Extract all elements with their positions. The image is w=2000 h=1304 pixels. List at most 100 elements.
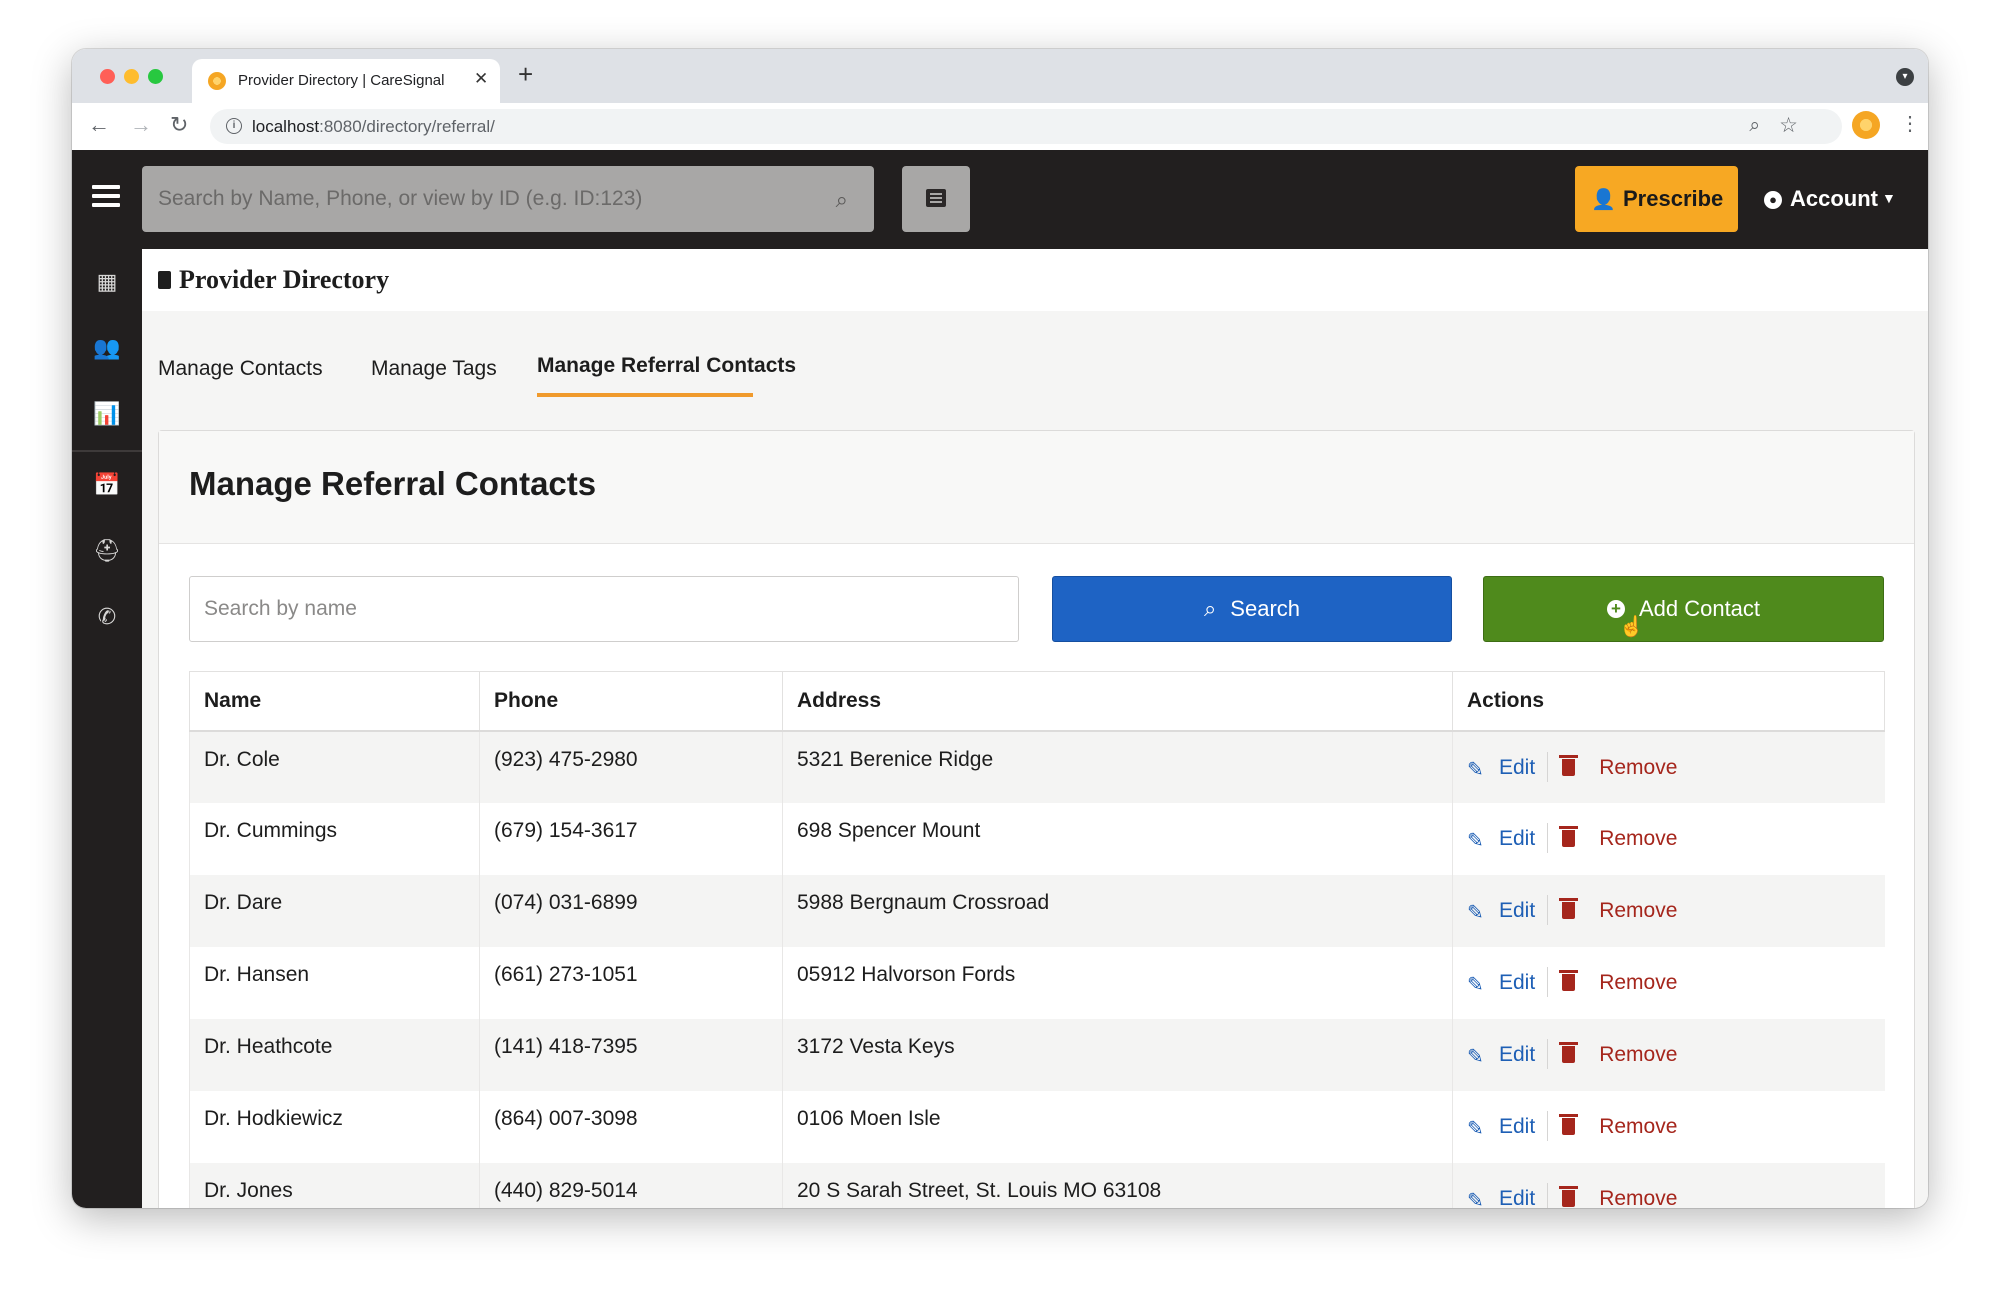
tab-manage-referral-contacts[interactable]: Manage Referral Contacts	[537, 354, 796, 378]
remove-link[interactable]: Remove	[1599, 1115, 1677, 1138]
sidebar-item-calendar[interactable]: 📅	[72, 452, 142, 518]
account-label: Account	[1790, 186, 1878, 211]
edit-icon[interactable]: ✎	[1467, 1044, 1487, 1068]
site-info-icon[interactable]: i	[226, 118, 242, 134]
cell-address: 5988 Bergnaum Crossroad	[782, 875, 1453, 947]
search-button[interactable]: ⌕ Search	[1052, 576, 1452, 642]
add-contact-label: Add Contact	[1638, 596, 1761, 621]
forward-arrow-icon[interactable]: →	[130, 112, 152, 138]
panel-title: Manage Referral Contacts	[189, 465, 597, 502]
list-icon	[926, 189, 946, 207]
account-menu-button[interactable]: ● Account ▼	[1764, 186, 1896, 212]
trash-icon[interactable]	[1559, 1186, 1579, 1207]
caresignal-favicon-icon	[208, 72, 226, 90]
edit-icon[interactable]: ✎	[1467, 1188, 1487, 1208]
profile-avatar[interactable]	[1852, 111, 1880, 139]
app-viewport: Search by Name, Phone, or view by ID (e.…	[72, 150, 1928, 1208]
edit-link[interactable]: Edit	[1499, 1043, 1535, 1066]
sidebar-item-analytics[interactable]: 📊	[72, 381, 142, 447]
table-body: Dr. Cole (923) 475-2980 5321 Berenice Ridg…	[189, 731, 1885, 1208]
referral-contacts-table: Name Phone Address Actions Dr. Cole (923)…	[189, 671, 1885, 1208]
edit-icon[interactable]: ✎	[1467, 900, 1487, 924]
prescribe-label: Prescribe	[1623, 186, 1724, 211]
column-header-address: Address	[782, 671, 1453, 732]
cell-phone: (440) 829-5014	[479, 1163, 783, 1208]
edit-icon[interactable]: ✎	[1467, 972, 1487, 996]
address-bar[interactable]: i localhost:8080/directory/referral/ ⌕ ☆	[210, 109, 1842, 144]
user-plus-icon: 👤	[1591, 189, 1616, 211]
remove-link[interactable]: Remove	[1599, 971, 1677, 994]
edit-link[interactable]: Edit	[1499, 1115, 1535, 1138]
cell-actions: ✎ Edit Remove	[1452, 803, 1885, 875]
edit-link[interactable]: Edit	[1499, 1187, 1535, 1208]
search-icon[interactable]: ⌕	[836, 187, 848, 213]
add-contact-button[interactable]: + Add Contact	[1483, 576, 1884, 642]
cell-actions: ✎ Edit Remove	[1452, 1019, 1885, 1091]
table-row: Dr. Hansen (661) 273-1051 05912 Halvorson …	[189, 947, 1885, 1019]
prescribe-button[interactable]: 👤 Prescribe	[1575, 166, 1738, 232]
cell-actions: ✎ Edit Remove	[1452, 1163, 1885, 1208]
cell-name: Dr. Cummings	[189, 803, 480, 875]
trash-icon[interactable]	[1559, 1042, 1579, 1063]
window-close-button[interactable]	[100, 69, 115, 84]
back-arrow-icon[interactable]: ←	[88, 112, 110, 138]
column-header-phone: Phone	[479, 671, 783, 732]
hamburger-menu-icon[interactable]	[92, 180, 120, 220]
edit-link[interactable]: Edit	[1499, 827, 1535, 850]
remove-link[interactable]: Remove	[1599, 1043, 1677, 1066]
remove-link[interactable]: Remove	[1599, 1187, 1677, 1208]
edit-icon[interactable]: ✎	[1467, 828, 1487, 852]
bookmark-star-icon[interactable]: ☆	[1779, 113, 1798, 138]
search-icon: ⌕	[1203, 596, 1217, 621]
sidebar-item-medical[interactable]: ⛑	[72, 518, 142, 584]
tab-search-icon[interactable]: ▾	[1896, 68, 1914, 86]
table-row: Dr. Cummings (679) 154-3617 698 Spencer Mo…	[189, 803, 1885, 875]
url-text[interactable]: localhost:8080/directory/referral/	[252, 117, 495, 137]
table-row: Dr. Dare (074) 031-6899 5988 Bergnaum Cros…	[189, 875, 1885, 947]
active-tab-indicator	[537, 393, 753, 397]
browser-tab[interactable]: Provider Directory | CareSignal ✕	[192, 59, 500, 103]
sidebar-item-dashboard[interactable]: ▦	[72, 249, 142, 315]
cell-phone: (923) 475-2980	[479, 731, 783, 803]
calendar-icon: 📅	[93, 472, 121, 497]
list-view-button[interactable]	[902, 166, 970, 232]
remove-link[interactable]: Remove	[1599, 756, 1677, 779]
remove-link[interactable]: Remove	[1599, 899, 1677, 922]
trash-icon[interactable]	[1559, 1114, 1579, 1135]
sidebar-item-phone[interactable]: ✆	[72, 584, 142, 650]
window-zoom-button[interactable]	[148, 69, 163, 84]
edit-icon[interactable]: ✎	[1467, 757, 1487, 781]
close-tab-icon[interactable]: ✕	[474, 69, 488, 89]
cell-name: Dr. Hodkiewicz	[189, 1091, 480, 1163]
table-row: Dr. Hodkiewicz (864) 007-3098 0106 Moen Is…	[189, 1091, 1885, 1163]
name-search-input[interactable]	[189, 576, 1019, 642]
cell-actions: ✎ Edit Remove	[1452, 875, 1885, 947]
edit-link[interactable]: Edit	[1499, 899, 1535, 922]
trash-icon[interactable]	[1559, 970, 1579, 991]
sidebar-item-users[interactable]: 👥	[72, 315, 142, 381]
cell-name: Dr. Hansen	[189, 947, 480, 1019]
remove-link[interactable]: Remove	[1599, 827, 1677, 850]
reload-icon[interactable]: ↻	[170, 112, 188, 138]
tab-manage-tags[interactable]: Manage Tags	[371, 357, 497, 381]
trash-icon[interactable]	[1559, 826, 1579, 847]
cell-name: Dr. Cole	[189, 731, 480, 803]
trash-icon[interactable]	[1559, 755, 1579, 776]
trash-icon[interactable]	[1559, 898, 1579, 919]
action-divider	[1547, 752, 1549, 782]
cell-name: Dr. Heathcote	[189, 1019, 480, 1091]
new-tab-button[interactable]: +	[518, 61, 533, 87]
page-header: Provider Directory	[142, 249, 1928, 311]
zoom-icon[interactable]: ⌕	[1749, 115, 1760, 137]
cell-address: 698 Spencer Mount	[782, 803, 1453, 875]
edit-link[interactable]: Edit	[1499, 971, 1535, 994]
edit-link[interactable]: Edit	[1499, 756, 1535, 779]
browser-menu-icon[interactable]: ⋮	[1900, 111, 1920, 136]
window-minimize-button[interactable]	[124, 69, 139, 84]
tab-manage-contacts[interactable]: Manage Contacts	[158, 357, 323, 381]
edit-icon[interactable]: ✎	[1467, 1116, 1487, 1140]
action-divider	[1547, 823, 1549, 853]
global-search-input[interactable]: Search by Name, Phone, or view by ID (e.…	[142, 166, 874, 232]
cell-actions: ✎ Edit Remove	[1452, 731, 1885, 803]
global-search-placeholder: Search by Name, Phone, or view by ID (e.…	[158, 187, 643, 210]
